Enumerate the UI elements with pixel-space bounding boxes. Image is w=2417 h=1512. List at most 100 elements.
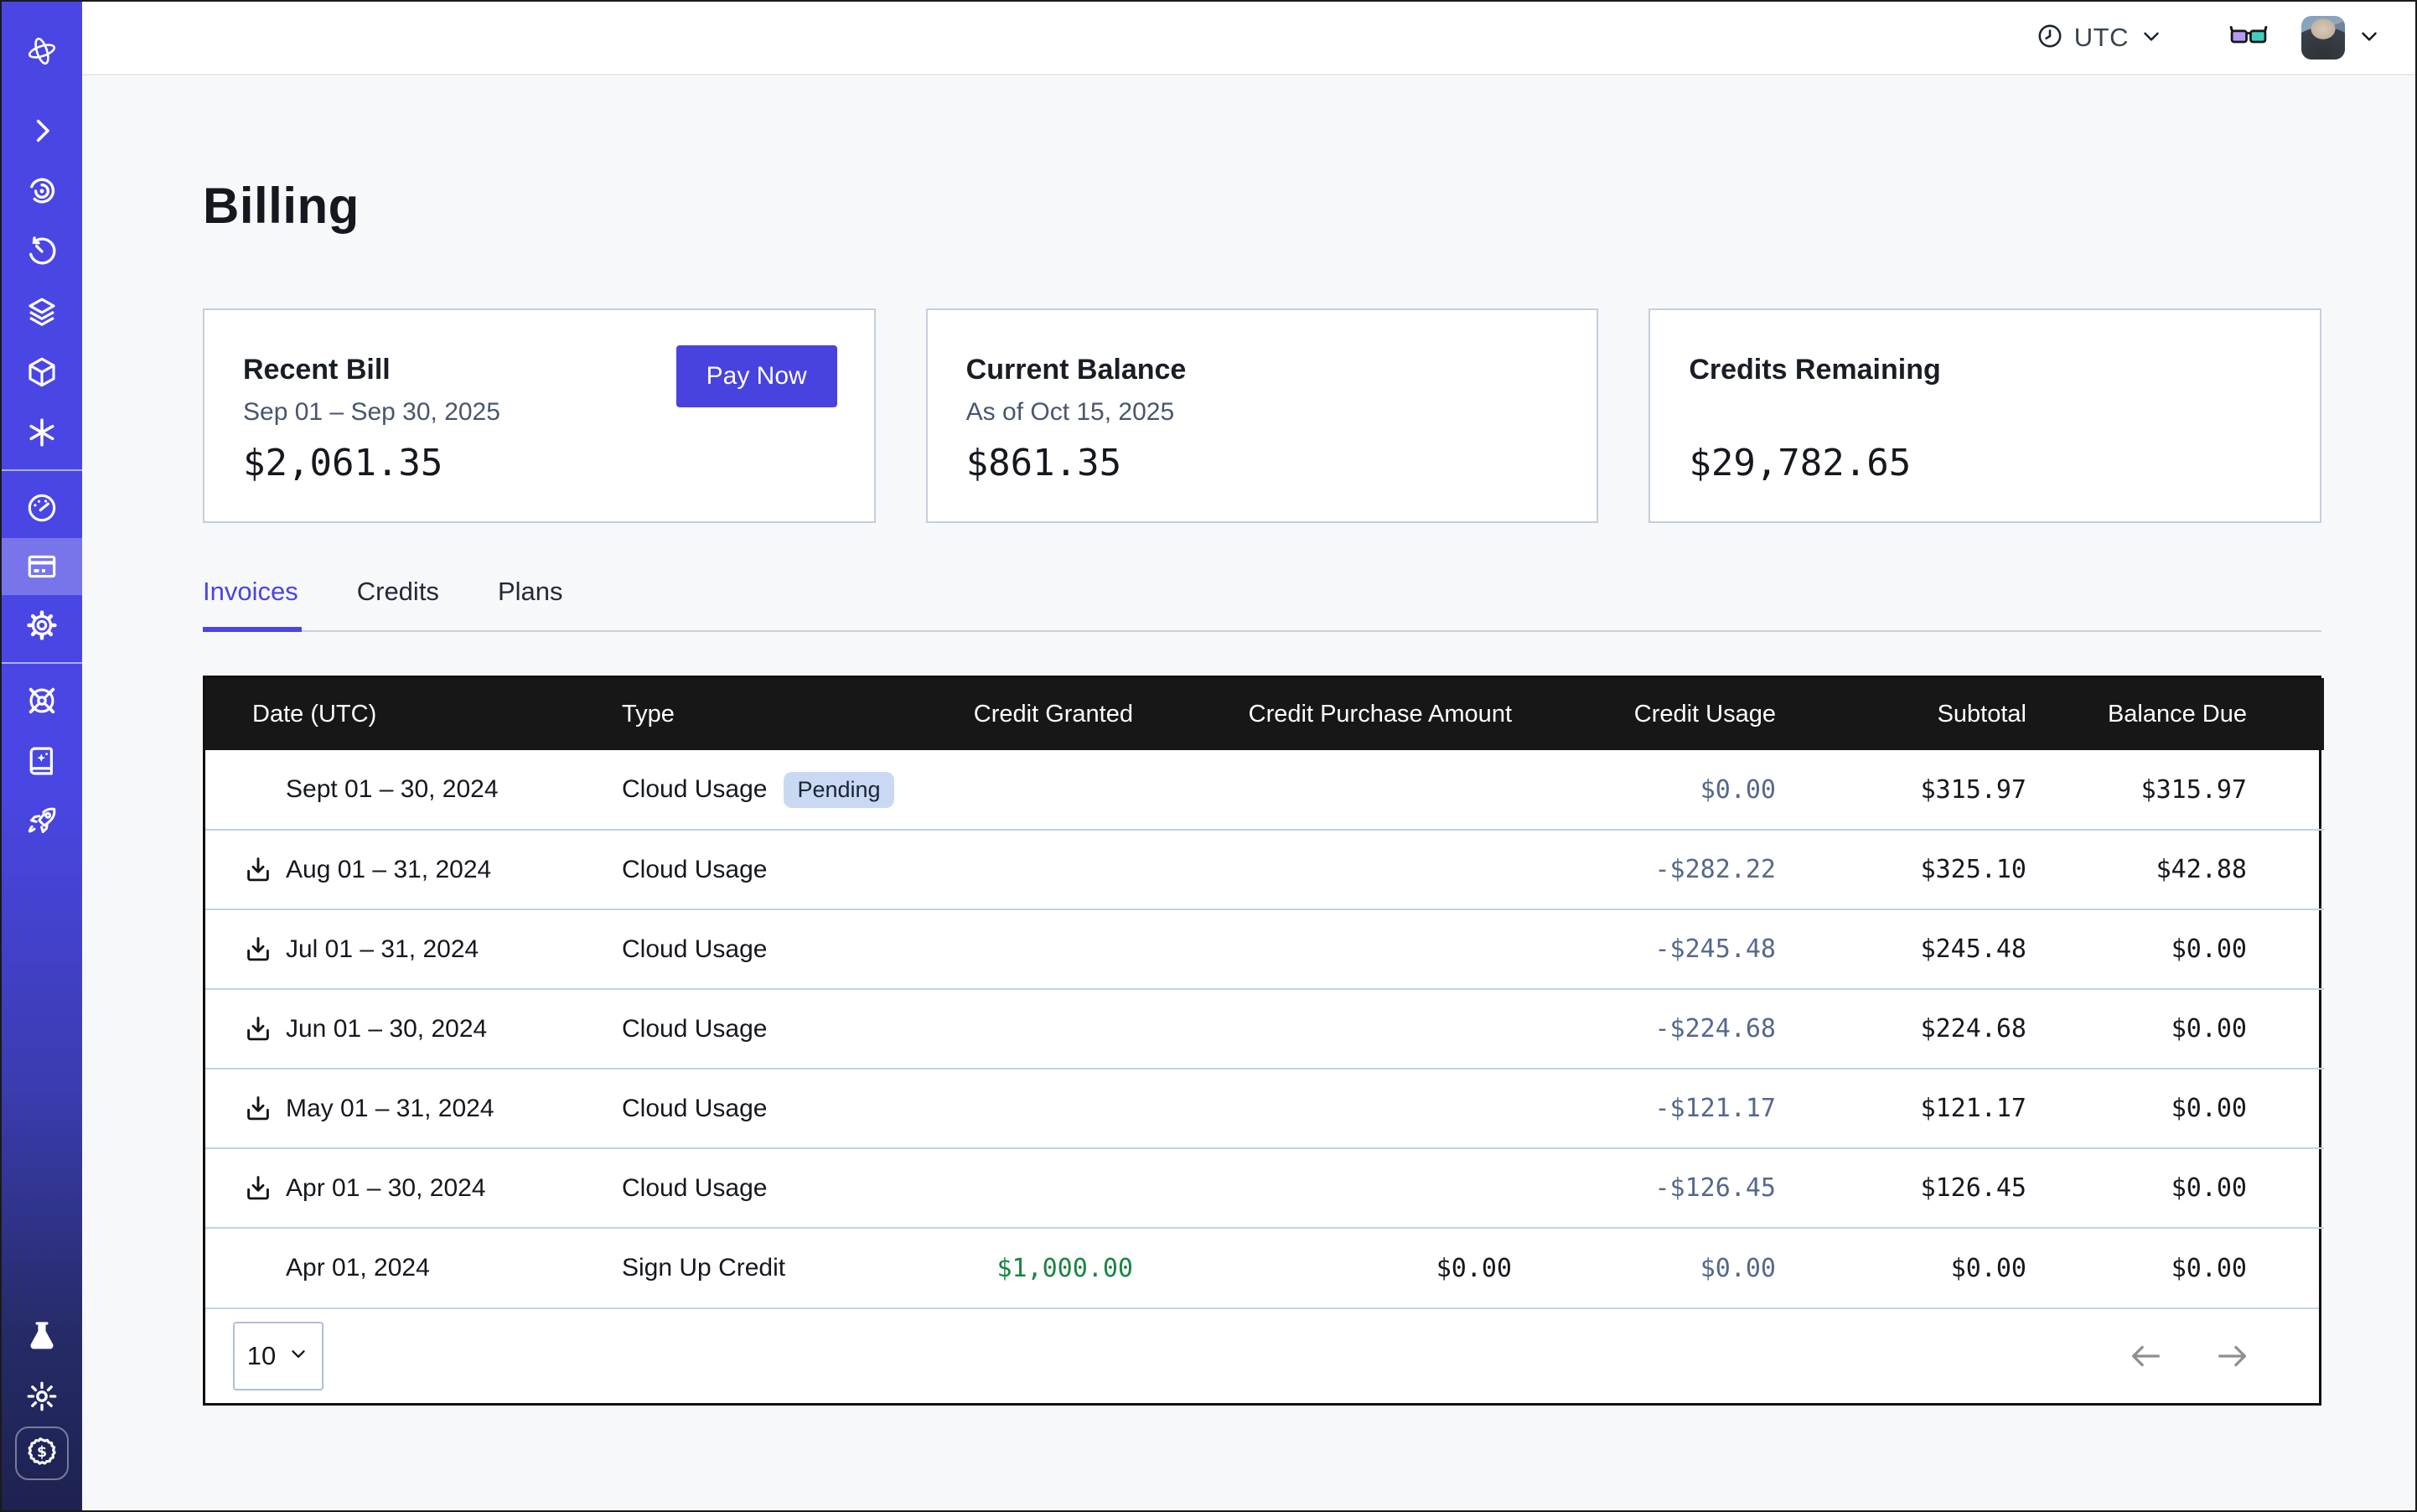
invoice-type-cell: Sign Up Credit — [620, 1228, 934, 1307]
sidebar-item-theme[interactable] — [2, 1366, 82, 1427]
credits-remaining-amount: $29,782.65 — [1689, 442, 2281, 484]
invoice-type-cell: Cloud Usage — [620, 989, 934, 1069]
invoice-type: Cloud Usage — [622, 1095, 767, 1123]
asterisk-icon — [24, 415, 60, 450]
column-header-type: Type — [620, 678, 934, 750]
subtotal-value: $224.68 — [1812, 989, 2062, 1069]
credit-purchase-value — [1169, 909, 1548, 989]
sidebar-item-functions[interactable] — [2, 402, 82, 463]
invoice-type-cell: Cloud UsagePending — [620, 750, 934, 830]
invoice-date: Apr 01 – 30, 2024 — [286, 1174, 486, 1203]
clock-icon — [2036, 22, 2064, 54]
invoice-date: May 01 – 31, 2024 — [286, 1095, 494, 1123]
sidebar-divider — [2, 662, 82, 664]
next-page-button[interactable] — [2213, 1337, 2252, 1375]
invoice-date: Apr 01, 2024 — [286, 1254, 430, 1282]
current-balance-amount: $861.35 — [966, 442, 1559, 484]
invoice-type: Cloud Usage — [622, 856, 767, 884]
credit-usage-value: -$121.17 — [1548, 1069, 1812, 1148]
download-icon — [242, 1093, 276, 1125]
view-mode-button[interactable] — [2229, 21, 2268, 54]
recent-bill-card: Recent Bill Sep 01 – Sep 30, 2025 $2,061… — [203, 308, 876, 523]
timezone-selector[interactable]: UTC — [2036, 22, 2164, 54]
credits-remaining-card: Credits Remaining $29,782.65 — [1648, 308, 2321, 523]
credit-purchase-value — [1169, 830, 1548, 909]
invoice-date: Jun 01 – 30, 2024 — [286, 1015, 487, 1043]
invoice-date-cell: May 01 – 31, 2024 — [205, 1069, 620, 1148]
page-title: Billing — [203, 179, 2321, 233]
table-row: May 01 – 31, 2024Cloud Usage-$121.17$121… — [205, 1069, 2324, 1148]
tab-invoices[interactable]: Invoices — [203, 577, 302, 632]
balance-due-value: $0.00 — [2062, 1228, 2324, 1307]
sidebar-item-billing[interactable] — [2, 538, 82, 595]
balance-due-value: $42.88 — [2062, 830, 2324, 909]
tab-credits[interactable]: Credits — [357, 577, 443, 632]
previous-page-button[interactable] — [2126, 1337, 2165, 1375]
balance-due-value: $0.00 — [2062, 1069, 2324, 1148]
credit-purchase-value — [1169, 1148, 1548, 1228]
wheel-icon — [24, 683, 60, 718]
billing-tabs: Invoices Credits Plans — [203, 577, 2321, 632]
credit-usage-value: $0.00 — [1548, 1228, 1812, 1307]
book-sparkle-icon — [24, 743, 60, 779]
subtotal-value: $126.45 — [1812, 1148, 2062, 1228]
sidebar-item-sandbox[interactable] — [2, 342, 82, 402]
download-icon — [242, 854, 276, 886]
balance-due-value: $315.97 — [2062, 750, 2324, 830]
balance-due-value: $0.00 — [2062, 909, 2324, 989]
svg-text:$: $ — [37, 1444, 47, 1461]
sidebar-item-usage[interactable] — [2, 478, 82, 538]
subtotal-value: $0.00 — [1812, 1228, 2062, 1307]
sidebar-item-trace[interactable] — [2, 161, 82, 221]
subtotal-value: $245.48 — [1812, 909, 2062, 989]
invoice-date: Sept 01 – 30, 2024 — [286, 775, 499, 804]
account-menu-button[interactable] — [2357, 23, 2382, 53]
download-icon — [242, 1173, 276, 1204]
sidebar-item-expand[interactable] — [2, 101, 82, 161]
invoices-table-container: Date (UTC) Type Credit Granted Credit Pu… — [203, 676, 2321, 1406]
sidebar-divider — [2, 469, 82, 471]
download-invoice-button[interactable] — [242, 1012, 276, 1046]
sidebar-item-docs[interactable] — [2, 731, 82, 791]
sidebar-item-layers[interactable] — [2, 282, 82, 342]
layers-icon — [24, 294, 60, 329]
invoice-type: Cloud Usage — [622, 1174, 767, 1203]
avatar[interactable] — [2301, 16, 2345, 60]
subtotal-value: $325.10 — [1812, 830, 2062, 909]
credit-granted-value — [934, 1069, 1169, 1148]
download-invoice-button[interactable] — [242, 853, 276, 887]
page-size-select[interactable]: 10 — [233, 1322, 323, 1390]
card-title: Credits Remaining — [1689, 354, 2281, 386]
credit-usage-value: -$224.68 — [1548, 989, 1812, 1069]
trace-spiral-icon — [24, 173, 60, 209]
sidebar: $ — [2, 2, 82, 1510]
sidebar-item-settings[interactable] — [2, 595, 82, 655]
current-balance-card: Current Balance As of Oct 15, 2025 $861.… — [926, 308, 1599, 523]
chevron-down-icon — [287, 1341, 309, 1371]
sidebar-item-control[interactable] — [2, 671, 82, 731]
sidebar-item-credits[interactable]: $ — [15, 1427, 69, 1480]
summary-cards: Recent Bill Sep 01 – Sep 30, 2025 $2,061… — [203, 308, 2321, 523]
sidebar-item-launch[interactable] — [2, 791, 82, 852]
download-invoice-button[interactable] — [242, 933, 276, 966]
sidebar-item-logo[interactable] — [2, 2, 82, 101]
credit-granted-value — [934, 830, 1169, 909]
page-size-value: 10 — [247, 1341, 276, 1371]
sidebar-item-labs[interactable] — [2, 1306, 82, 1366]
pagination-bar: 10 — [205, 1307, 2319, 1403]
chevron-right-icon — [24, 113, 60, 148]
recent-bill-amount: $2,061.35 — [243, 442, 836, 484]
tab-plans[interactable]: Plans — [498, 577, 567, 632]
pay-now-button[interactable]: Pay Now — [676, 345, 837, 407]
download-invoice-button[interactable] — [242, 1092, 276, 1126]
invoice-type: Cloud Usage — [622, 775, 767, 804]
gear-icon — [24, 608, 60, 643]
invoice-type: Sign Up Credit — [622, 1254, 785, 1282]
download-icon — [242, 934, 276, 966]
invoice-date-cell: Jun 01 – 30, 2024 — [205, 989, 620, 1069]
credit-granted-value — [934, 1148, 1169, 1228]
table-row: Jul 01 – 31, 2024Cloud Usage-$245.48$245… — [205, 909, 2324, 989]
credit-granted-value: $1,000.00 — [934, 1228, 1169, 1307]
download-invoice-button[interactable] — [242, 1172, 276, 1205]
sidebar-item-history[interactable] — [2, 221, 82, 282]
